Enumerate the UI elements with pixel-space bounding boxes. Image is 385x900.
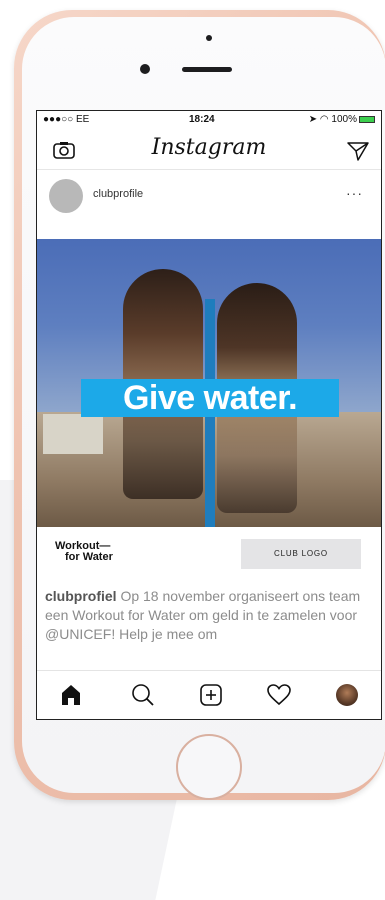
top-nav-bar: Instagram [37,129,381,170]
bottom-tab-bar [37,670,381,719]
search-icon[interactable] [129,681,157,709]
more-options-icon[interactable]: ··· [346,185,363,201]
carrier-signal: ●●●○○ EE [43,114,90,125]
banner-text: Give water. [122,379,298,417]
club-logo-placeholder: CLUB LOGO [241,539,361,569]
status-time: 18:24 [189,114,215,125]
avatar[interactable] [49,179,83,213]
earpiece-speaker [182,67,232,72]
heart-icon[interactable] [265,681,293,709]
home-button[interactable] [176,734,242,800]
image-hut [43,414,103,454]
app-title: Instagram [151,135,267,160]
front-camera [140,64,150,74]
home-icon[interactable] [57,681,85,709]
battery-percent: ➤ ◠ 100% [308,114,357,125]
add-icon[interactable] [197,681,225,709]
battery-icon [359,116,375,123]
profile-avatar [336,684,358,706]
campaign-banner: Give water. [81,379,339,417]
proximity-sensor [206,35,212,41]
post-username[interactable]: clubprofile [93,188,143,200]
status-bar: ●●●○○ EE 18:24 ➤ ◠ 100% [37,111,381,129]
send-icon[interactable] [347,141,369,166]
workout-for-water-logo: Workout— for Water [55,540,113,563]
caption-username[interactable]: clubprofiel [45,588,117,604]
post-caption: clubprofiel Op 18 november organiseert o… [45,587,379,644]
phone-screen: ●●●○○ EE 18:24 ➤ ◠ 100% Instagram clubpr… [36,110,382,720]
post-header: clubprofile ··· [37,171,381,221]
profile-icon[interactable] [333,681,361,709]
post-image[interactable]: Give water. [37,239,381,527]
logo-strip: Workout— for Water CLUB LOGO [37,527,381,583]
